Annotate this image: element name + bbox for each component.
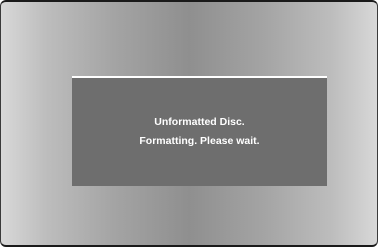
formatting-wait-message: Formatting. Please wait.	[139, 135, 260, 147]
tv-screen: Unformatted Disc. Formatting. Please wai…	[0, 0, 378, 247]
unformatted-disc-message: Unformatted Disc.	[154, 116, 245, 128]
formatting-message-dialog: Unformatted Disc. Formatting. Please wai…	[72, 76, 327, 186]
